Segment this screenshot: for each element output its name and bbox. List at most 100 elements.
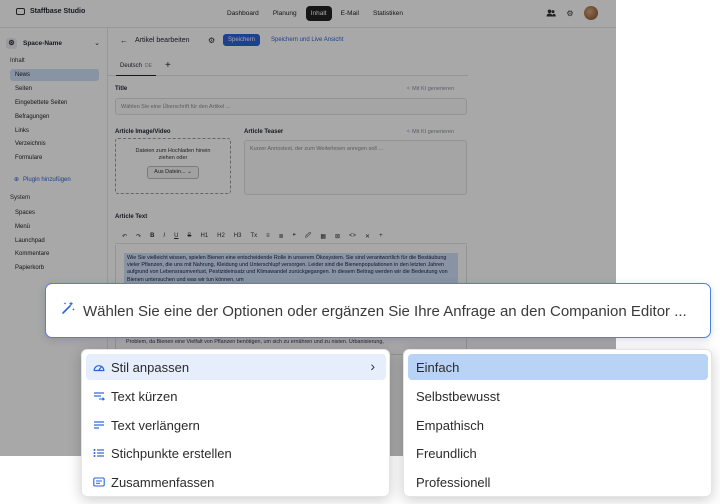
upload-button-label: Aus Datein...	[154, 169, 186, 175]
rich-text-tools: ↶ ↷ B I U S H1 H2 H3 Tx ≡ ≣ ❞ 🖉 ▦ ⊠ <> ✕…	[115, 229, 467, 244]
sidebar-item-launchpad[interactable]: Launchpad	[10, 235, 99, 247]
add-plugin-label: Plugin hinzufügen	[23, 176, 71, 183]
brand[interactable]: Staffbase Studio	[16, 8, 85, 15]
shorten-icon	[93, 390, 105, 402]
top-bar: Staffbase Studio Dashboard Planung Inhal…	[0, 0, 616, 28]
arrow-left-icon[interactable]: ←	[120, 36, 128, 45]
style-option-professionell[interactable]: Professionell	[408, 469, 708, 495]
sidebar-item-befragungen[interactable]: Befragungen	[10, 111, 99, 123]
media-icon[interactable]: ⊠	[335, 233, 340, 240]
menu-item-stil-anpassen[interactable]: Stil anpassen ›	[86, 354, 386, 380]
ai-options-menu: Stil anpassen › Text kürzen Text verläng…	[81, 349, 390, 497]
pen-icon[interactable]: 🖉	[305, 231, 311, 241]
settings-gear-icon[interactable]: ⚙	[208, 36, 215, 45]
users-icon[interactable]	[546, 8, 556, 18]
menu-item-zusammenfassen[interactable]: Zusammenfassen	[86, 469, 386, 495]
title-ai-generate[interactable]: ✧ Mit KI generieren	[406, 86, 454, 92]
sidebar-item-papierkorb[interactable]: Papierkorb	[10, 262, 99, 274]
lengthen-icon	[93, 419, 105, 431]
clear-format-icon[interactable]: Tx	[250, 233, 257, 239]
style-option-freundlich[interactable]: Freundlich	[408, 440, 708, 466]
space-name: Space-Name	[23, 39, 63, 47]
tools-icon[interactable]: ✕	[365, 233, 370, 240]
title-label: Title	[115, 86, 128, 92]
chevron-down-icon: ⌄	[94, 40, 100, 47]
style-option-einfach[interactable]: Einfach	[408, 354, 708, 380]
style-option-label: Empathisch	[416, 417, 484, 433]
avatar[interactable]	[584, 6, 598, 20]
numbered-list-icon[interactable]: ≣	[279, 233, 284, 240]
underline-icon[interactable]: U	[174, 233, 178, 239]
redo-icon[interactable]: ↷	[136, 233, 141, 240]
language-tabs: Deutsch DE +	[108, 58, 468, 76]
top-actions: ⚙	[546, 6, 598, 20]
gear-icon[interactable]: ⚙	[565, 8, 575, 18]
upload-button[interactable]: Aus Datein... ⌄	[147, 166, 199, 179]
strike-icon[interactable]: S	[187, 233, 191, 239]
code-icon[interactable]: <>	[349, 233, 356, 239]
style-submenu: Einfach Selbstbewusst Empathisch Freundl…	[403, 349, 712, 497]
companion-prompt-bar[interactable]: Wählen Sie eine der Optionen oder ergänz…	[45, 283, 711, 338]
style-option-label: Professionell	[416, 474, 491, 490]
h3-icon[interactable]: H3	[234, 233, 242, 239]
nav-dashboard[interactable]: Dashboard	[222, 6, 264, 21]
nav-planung[interactable]: Planung	[268, 6, 302, 21]
add-language-icon[interactable]: +	[165, 60, 171, 71]
nav-statistiken[interactable]: Statistiken	[368, 6, 408, 21]
menu-item-text-kuerzen[interactable]: Text kürzen	[86, 383, 386, 409]
tab-deutsch[interactable]: Deutsch DE	[116, 61, 156, 76]
sidebar-item-links[interactable]: Links	[10, 125, 99, 137]
language-code: DE	[145, 63, 152, 69]
teaser-input[interactable]: Kurzer Anriostext, der zum Weiterlesen a…	[244, 140, 467, 195]
h2-icon[interactable]: H2	[217, 233, 225, 239]
quote-icon[interactable]: ❞	[293, 233, 296, 240]
top-nav: Dashboard Planung Inhalt E-Mail Statisti…	[222, 6, 408, 21]
teaser-ai-generate[interactable]: ✧ Mit KI generieren	[406, 129, 454, 135]
table-icon[interactable]: ▦	[320, 233, 326, 240]
section-content-title: Inhalt	[10, 58, 25, 64]
editor-toolbar: ← Artikel bearbeiten ⚙ Speichern Speiche…	[108, 28, 616, 54]
summary-icon	[93, 476, 105, 488]
sidebar-item-menu[interactable]: Menü	[10, 221, 99, 233]
upload-dropzone[interactable]: Dateien zum Hochladen hinein ziehen oder…	[115, 138, 231, 194]
menu-item-label: Stichpunkte erstellen	[111, 445, 232, 461]
menu-item-label: Zusammenfassen	[111, 474, 215, 490]
menu-item-label: Stil anpassen	[111, 359, 190, 375]
image-label: Article Image/Video	[115, 129, 171, 135]
teaser-label: Article Teaser	[244, 129, 284, 135]
page-title: Artikel bearbeiten	[135, 37, 190, 44]
text-label: Article Text	[115, 214, 148, 220]
sidebar-item-news[interactable]: News	[10, 69, 99, 81]
bold-icon[interactable]: B	[150, 233, 154, 239]
italic-icon[interactable]: I	[163, 233, 165, 239]
nav-email[interactable]: E-Mail	[336, 6, 364, 21]
h1-icon[interactable]: H1	[200, 233, 208, 239]
sidebar-item-kommentare[interactable]: Kommentare	[10, 248, 99, 260]
sidebar-item-spaces[interactable]: Spaces	[10, 207, 99, 219]
save-live-button[interactable]: Speichern und Live Ansicht	[271, 37, 343, 43]
save-button[interactable]: Speichern	[223, 34, 261, 46]
menu-item-label: Text verlängern	[111, 417, 200, 433]
teaser-ai-label: Mit KI generieren	[412, 129, 455, 135]
space-gear-icon: ⚙	[6, 37, 17, 49]
prompt-text: Wählen Sie eine der Optionen oder ergänz…	[83, 303, 687, 320]
sidebar-item-verzeichnis[interactable]: Verzeichnis	[10, 138, 99, 150]
undo-icon[interactable]: ↶	[122, 233, 127, 240]
bullet-list-tool-icon[interactable]: ≡	[266, 233, 270, 239]
insert-icon[interactable]: +	[379, 233, 383, 239]
tab-deutsch-label: Deutsch	[120, 63, 143, 69]
space-selector[interactable]: ⚙ Space-Name ⌄	[6, 36, 104, 50]
menu-item-text-verlaengern[interactable]: Text verlängern	[86, 412, 386, 438]
style-option-selbstbewusst[interactable]: Selbstbewusst	[408, 383, 708, 409]
title-input[interactable]: Wählen Sie eine Überschrift für den Arti…	[115, 98, 467, 115]
menu-item-stichpunkte[interactable]: Stichpunkte erstellen	[86, 440, 386, 466]
sidebar-item-eingebettete-seiten[interactable]: Eingebettete Seiten	[10, 97, 99, 109]
sidebar-item-seiten[interactable]: Seiten	[10, 83, 99, 95]
plus-circle-icon: ⊕	[14, 177, 20, 183]
nav-inhalt[interactable]: Inhalt	[305, 6, 332, 21]
sidebar-item-formulare[interactable]: Formulare	[10, 152, 99, 164]
style-option-empathisch[interactable]: Empathisch	[408, 412, 708, 438]
brand-name: Staffbase Studio	[30, 8, 86, 15]
add-plugin-link[interactable]: ⊕ Plugin hinzufügen	[14, 176, 71, 184]
section-system-title: System	[10, 195, 31, 201]
